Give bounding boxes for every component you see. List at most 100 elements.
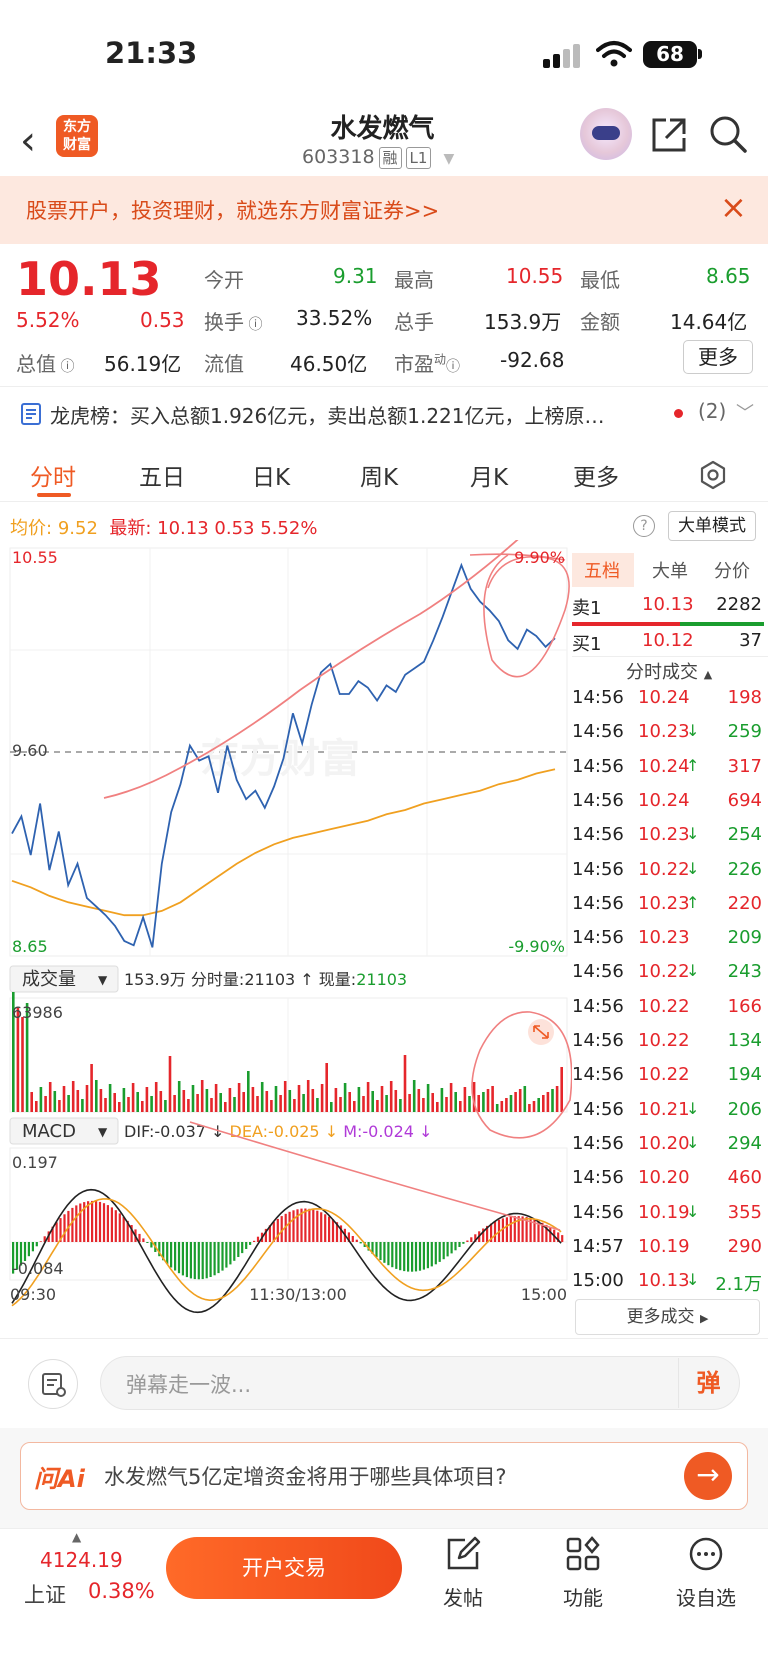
close-icon[interactable]: ×: [720, 188, 747, 226]
volume-bar: [182, 1090, 186, 1112]
macd-bar: [245, 1242, 248, 1249]
open-account-button[interactable]: 开户交易: [166, 1537, 402, 1599]
volume-bar: [551, 1089, 554, 1112]
trade-price: 10.20: [638, 1132, 690, 1154]
value-amount: 14.64亿: [670, 310, 748, 334]
macd-bar: [122, 1217, 125, 1242]
big-order-mode-button[interactable]: 大单模式: [668, 511, 756, 541]
help-icon[interactable]: ?: [633, 515, 655, 537]
stock-code-row[interactable]: 603318 融 L1 ▼: [302, 146, 454, 169]
tab-big-orders[interactable]: 大单: [652, 557, 688, 583]
trade-row: 14:56 10.22 ↓ 226: [572, 855, 762, 889]
post-button[interactable]: 发帖: [418, 1536, 508, 1611]
volume-bar: [320, 1084, 324, 1112]
volume-bar: [224, 1102, 227, 1112]
tab-5day[interactable]: 五日: [139, 458, 185, 492]
back-icon[interactable]: ‹: [20, 118, 36, 164]
volume-bar: [537, 1098, 540, 1112]
trade-time: 14:57: [572, 1235, 624, 1257]
trade-price: 10.24: [638, 687, 690, 708]
buy1-row: 买1 10.12 37: [572, 630, 762, 655]
trade-time: 14:56: [572, 995, 624, 1017]
function-button[interactable]: 功能: [538, 1536, 628, 1611]
banner-text: 股票开户，投资理财，就选东方财富证券>>: [26, 199, 440, 223]
arrow-right-icon[interactable]: →: [684, 1452, 732, 1500]
volume-bar: [449, 1083, 453, 1112]
trade-direction: ↓: [686, 824, 700, 844]
more-dots-icon: [689, 1537, 723, 1571]
volume-bar: [459, 1101, 462, 1112]
index-name[interactable]: 上证: [24, 1579, 66, 1609]
label-low: 最低: [580, 268, 620, 292]
trade-volume: 290: [727, 1235, 762, 1257]
volume-bar: [145, 1087, 149, 1112]
volume-bar: [293, 1099, 296, 1112]
volume-bar: [265, 1091, 269, 1112]
label-turnover: 换手 ⓘ: [204, 310, 263, 334]
ai-question[interactable]: 水发燃气5亿定增资金将用于哪些具体项目?: [104, 1461, 507, 1491]
trade-time: 14:56: [572, 1064, 624, 1086]
tab-weekly-k[interactable]: 周K: [360, 458, 398, 492]
macd-label: MACD: [22, 1121, 76, 1142]
add-watchlist-button[interactable]: 设自选: [661, 1536, 751, 1611]
macd-bar: [359, 1242, 362, 1244]
intraday-chart[interactable]: 东方财富 10.55 9.60 8.65 9.90% -9.90% 成交量 ▼ …: [0, 540, 572, 1340]
volume-bar: [228, 1088, 232, 1112]
red-dot: [674, 409, 683, 418]
settings-icon[interactable]: [698, 460, 728, 490]
trades-title[interactable]: 分时成交 ▲: [626, 658, 712, 684]
macd-bar: [375, 1242, 378, 1258]
orderbook-tabs: 五档 大单 分价: [572, 553, 768, 589]
volume-bar: [104, 1098, 107, 1112]
macd-bar: [505, 1217, 508, 1242]
assistant-avatar[interactable]: [580, 108, 632, 160]
tab-more[interactable]: 更多: [573, 458, 619, 492]
trade-time: 14:56: [572, 1132, 624, 1154]
trade-volume: 317: [727, 755, 762, 777]
volume-bar: [546, 1092, 550, 1112]
macd-bar: [39, 1241, 42, 1242]
macd-bar: [355, 1239, 358, 1242]
more-trades-button[interactable]: 更多成交 ▶: [575, 1299, 760, 1335]
promo-banner[interactable]: 股票开户，投资理财，就选东方财富证券>> ×: [0, 176, 768, 244]
trade-time: 15:00: [572, 1270, 624, 1292]
tab-monthly-k[interactable]: 月K: [470, 458, 508, 492]
volume-bar: [48, 1082, 52, 1112]
volume-bar: [495, 1104, 499, 1112]
macd-bar: [217, 1242, 220, 1274]
dragon-tiger-bar[interactable]: 龙虎榜：买入总额1.926亿元，卖出总额1.221亿元，上榜原… (2) ﹀: [0, 386, 768, 440]
trade-volume: 198: [727, 687, 762, 708]
trade-volume: 259: [727, 721, 762, 743]
stock-code: 603318: [302, 146, 375, 168]
trade-time: 14:56: [572, 961, 624, 983]
danmu-send-button[interactable]: 弹: [678, 1358, 738, 1408]
tab-underline: [37, 493, 71, 497]
sell-bar: [572, 622, 680, 626]
macd-bar: [114, 1210, 117, 1242]
macd-bar: [466, 1240, 469, 1242]
volume-bar: [53, 1091, 57, 1112]
macd-bar: [189, 1242, 192, 1279]
index-value[interactable]: 4124.19: [40, 1548, 123, 1572]
volume-bar: [136, 1092, 139, 1112]
tab-daily-k[interactable]: 日K: [252, 458, 290, 492]
value-turnover: 33.52%: [296, 306, 373, 330]
search-icon[interactable]: [708, 114, 748, 154]
volume-bar: [21, 1017, 24, 1112]
danmu-settings-icon[interactable]: [28, 1359, 78, 1409]
trade-volume: 209: [727, 927, 762, 949]
trade-volume: 294: [727, 1132, 762, 1154]
tab-price-dist[interactable]: 分价: [714, 557, 750, 583]
macd-bar: [174, 1242, 177, 1271]
volume-bar: [150, 1096, 153, 1112]
share-icon[interactable]: [650, 116, 688, 154]
volume-bar: [168, 1056, 172, 1112]
tab-intraday[interactable]: 分时: [30, 458, 76, 492]
trade-row: 14:56 10.22 166: [572, 992, 762, 1026]
chevron-up-icon[interactable]: ▲: [72, 1530, 81, 1544]
volume-bar: [353, 1101, 356, 1112]
macd-bar: [561, 1235, 564, 1242]
more-button[interactable]: 更多: [683, 340, 753, 374]
macd-info: DIF:-0.037 ↓ DEA:-0.025 ↓ M:-0.024 ↓: [124, 1122, 432, 1141]
tab-level5[interactable]: 五档: [584, 557, 620, 583]
